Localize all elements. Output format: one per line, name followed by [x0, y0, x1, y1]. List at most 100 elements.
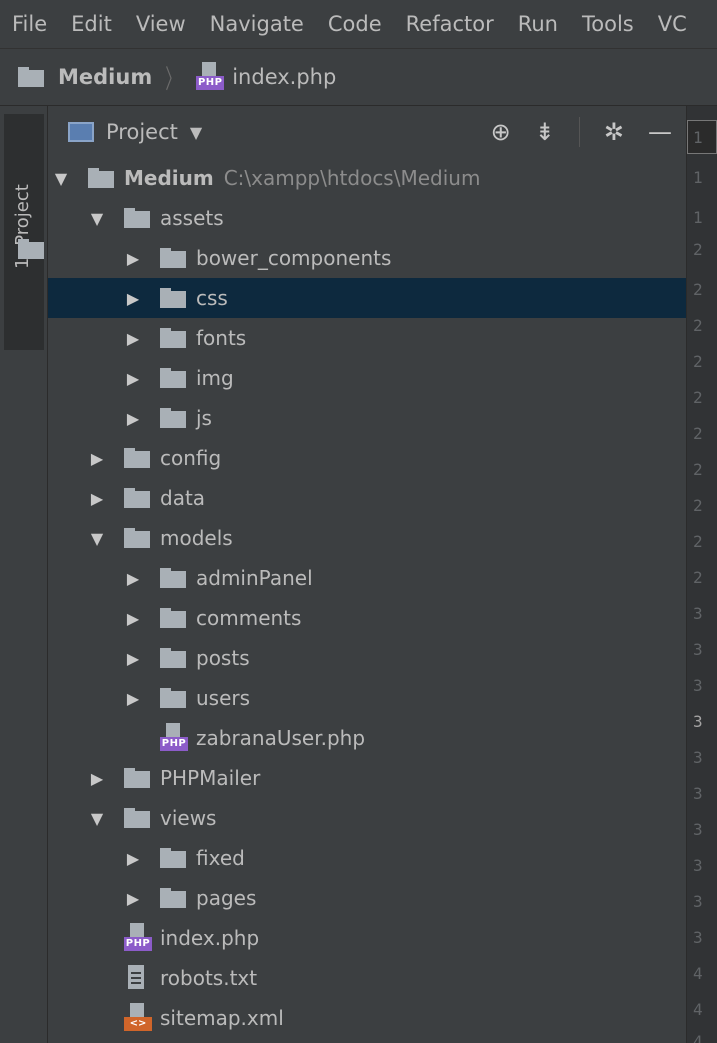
tree-row-views[interactable]: ▼ views — [48, 798, 686, 838]
line-number: 2 — [693, 352, 703, 371]
tree-item-label: models — [160, 526, 233, 550]
collapsed-arrow-icon[interactable]: ▶ — [88, 489, 106, 508]
line-number: 3 — [693, 712, 703, 731]
tree-item-label: sitemap.xml — [160, 1006, 284, 1030]
collapsed-arrow-icon[interactable]: ▶ — [124, 289, 142, 308]
collapsed-arrow-icon[interactable]: ▶ — [124, 889, 142, 908]
folder-icon — [124, 208, 150, 228]
tree-row-phpmailer[interactable]: ▶ PHPMailer — [48, 758, 686, 798]
project-panel-header: Project ▼ ⊕ ⇟ ✲ — — [48, 106, 686, 158]
tree-row-index-php[interactable]: PHP index.php — [48, 918, 686, 958]
tree-row-sitemap-xml[interactable]: <> sitemap.xml — [48, 998, 686, 1038]
line-number: 2 — [693, 496, 703, 515]
collapsed-arrow-icon[interactable]: ▶ — [124, 649, 142, 668]
tree-row-zabranauser-php[interactable]: PHP zabranaUser.php — [48, 718, 686, 758]
collapsed-arrow-icon[interactable]: ▶ — [124, 609, 142, 628]
menu-view[interactable]: View — [124, 0, 198, 48]
locate-icon[interactable]: ⊕ — [491, 120, 511, 144]
php-file-icon: PHP — [124, 923, 152, 953]
tree-row-models[interactable]: ▼ models — [48, 518, 686, 558]
line-number: 4 — [693, 1000, 703, 1019]
tree-item-label: comments — [196, 606, 302, 630]
menu-run[interactable]: Run — [506, 0, 570, 48]
line-number: 3 — [693, 604, 703, 623]
menu-navigate[interactable]: Navigate — [198, 0, 316, 48]
folder-icon — [18, 67, 44, 87]
breadcrumb-separator-icon: 〉 — [165, 64, 182, 95]
gear-icon[interactable]: ✲ — [604, 120, 624, 144]
collapsed-arrow-icon[interactable]: ▶ — [124, 249, 142, 268]
tree-item-label: pages — [196, 886, 257, 910]
folder-icon — [124, 448, 150, 468]
tree-row-data[interactable]: ▶ data — [48, 478, 686, 518]
folder-icon — [160, 328, 186, 348]
tree-row-posts[interactable]: ▶ posts — [48, 638, 686, 678]
collapsed-arrow-icon[interactable]: ▶ — [124, 689, 142, 708]
menu-tools[interactable]: Tools — [570, 0, 646, 48]
line-number: 2 — [693, 240, 703, 259]
collapse-icon[interactable]: ⇟ — [535, 120, 555, 144]
breadcrumb: Medium 〉 PHP index.php — [0, 48, 717, 106]
hide-icon[interactable]: — — [648, 120, 672, 144]
collapsed-arrow-icon[interactable]: ▶ — [88, 449, 106, 468]
collapsed-arrow-icon[interactable]: ▶ — [124, 369, 142, 388]
folder-icon — [160, 288, 186, 308]
line-number: 1 — [693, 208, 703, 227]
tree-row-fixed[interactable]: ▶ fixed — [48, 838, 686, 878]
editor-gutter: 1 1 1 2 2 2 2 2 2 2 2 2 2 3 3 3 3 3 3 3 … — [686, 106, 717, 1043]
tree-row-config[interactable]: ▶ config — [48, 438, 686, 478]
folder-icon — [160, 408, 186, 428]
tree-row-assets[interactable]: ▼ assets — [48, 198, 686, 238]
tree-row-medium[interactable]: ▼ Medium C:\xampp\htdocs\Medium — [48, 158, 686, 198]
tree-item-label: fixed — [196, 846, 245, 870]
menu-bar: File Edit View Navigate Code Refactor Ru… — [0, 0, 717, 48]
expand-arrow-icon[interactable]: ▼ — [88, 529, 106, 548]
tree-row-pages[interactable]: ▶ pages — [48, 878, 686, 918]
tree-row-bower-components[interactable]: ▶ bower_components — [48, 238, 686, 278]
project-panel-tools: ⊕ ⇟ ✲ — — [491, 106, 672, 158]
tree-row-comments[interactable]: ▶ comments — [48, 598, 686, 638]
tree-item-label: robots.txt — [160, 966, 258, 990]
expand-arrow-icon[interactable]: ▼ — [88, 209, 106, 228]
collapsed-arrow-icon[interactable]: ▶ — [124, 409, 142, 428]
menu-refactor[interactable]: Refactor — [394, 0, 506, 48]
expand-arrow-icon[interactable]: ▼ — [88, 809, 106, 828]
menu-edit[interactable]: Edit — [59, 0, 124, 48]
php-file-icon: PHP — [196, 62, 225, 92]
tree-root-name: Medium — [124, 166, 214, 190]
tree-row-css[interactable]: ▶ css — [48, 278, 686, 318]
project-tree: ▼ Medium C:\xampp\htdocs\Medium ▼ assets… — [48, 158, 686, 1038]
tree-row-fonts[interactable]: ▶ fonts — [48, 318, 686, 358]
line-number: 3 — [693, 640, 703, 659]
tree-row-js[interactable]: ▶ js — [48, 398, 686, 438]
breadcrumb-project[interactable]: Medium — [58, 65, 152, 89]
menu-vcs[interactable]: VC — [646, 0, 699, 48]
collapsed-arrow-icon[interactable]: ▶ — [124, 569, 142, 588]
tree-row-users[interactable]: ▶ users — [48, 678, 686, 718]
line-number: 2 — [693, 532, 703, 551]
line-number: 2 — [693, 388, 703, 407]
project-tool-tab[interactable]: 1: Project — [4, 114, 44, 350]
expand-arrow-icon[interactable]: ▼ — [52, 169, 70, 188]
tree-item-label: PHPMailer — [160, 766, 261, 790]
collapsed-arrow-icon[interactable]: ▶ — [124, 849, 142, 868]
tree-row-img[interactable]: ▶ img — [48, 358, 686, 398]
breadcrumb-file[interactable]: index.php — [232, 65, 336, 89]
collapsed-arrow-icon[interactable]: ▶ — [124, 329, 142, 348]
project-view-selector[interactable]: Project ▼ — [68, 120, 202, 144]
folder-icon — [160, 608, 186, 628]
tree-item-label: css — [196, 286, 228, 310]
tree-item-label: posts — [196, 646, 250, 670]
folder-icon — [160, 248, 186, 268]
tree-row-robots-txt[interactable]: robots.txt — [48, 958, 686, 998]
folder-icon — [124, 808, 150, 828]
collapsed-arrow-icon[interactable]: ▶ — [88, 769, 106, 788]
folder-icon — [160, 848, 186, 868]
menu-file[interactable]: File — [0, 0, 59, 48]
tool-window-strip: 1: Project — [0, 106, 48, 1043]
menu-code[interactable]: Code — [316, 0, 394, 48]
tree-item-label: img — [196, 366, 234, 390]
tree-item-label: zabranaUser.php — [196, 726, 366, 750]
tree-row-adminpanel[interactable]: ▶ adminPanel — [48, 558, 686, 598]
folder-icon — [124, 768, 150, 788]
